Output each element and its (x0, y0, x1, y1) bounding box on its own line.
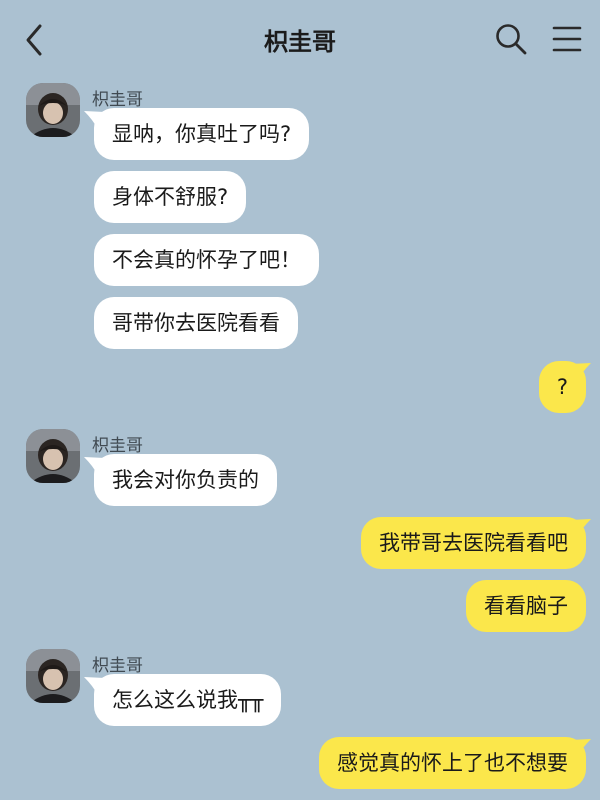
chevron-left-icon (26, 24, 42, 56)
sender-name: 枳圭哥 (92, 656, 143, 676)
message-bubble[interactable]: 我带哥去医院看看吧 (361, 517, 586, 569)
sender-name: 枳圭哥 (92, 436, 143, 456)
avatar-photo (26, 429, 80, 483)
hamburger-menu-icon (552, 26, 582, 52)
avatar[interactable] (26, 83, 80, 137)
back-button[interactable] (18, 20, 54, 60)
avatar[interactable] (26, 429, 80, 483)
message-bubble[interactable]: 身体不舒服? (94, 171, 247, 223)
message-bubble[interactable]: 感觉真的怀上了也不想要 (319, 737, 586, 789)
message-bubble[interactable]: 不会真的怀孕了吧！ (94, 234, 319, 286)
avatar-photo (26, 83, 80, 137)
search-icon (496, 24, 527, 55)
message-bubble[interactable]: 哥带你去医院看看 (94, 297, 298, 349)
sender-name: 枳圭哥 (92, 90, 143, 110)
avatar[interactable] (26, 649, 80, 703)
menu-button[interactable] (550, 22, 584, 56)
message-bubble[interactable]: 看看脑子 (466, 580, 586, 632)
message-bubble[interactable]: 显呐，你真吐了吗? (94, 108, 310, 160)
message-bubble[interactable]: 怎么这么说我╥╥ (94, 674, 282, 726)
avatar-photo (26, 649, 80, 703)
message-bubble[interactable]: 我会对你负责的 (94, 454, 277, 506)
message-bubble[interactable]: ? (538, 361, 586, 413)
search-button[interactable] (494, 22, 528, 56)
chat-header: 枳圭哥 (0, 0, 600, 76)
